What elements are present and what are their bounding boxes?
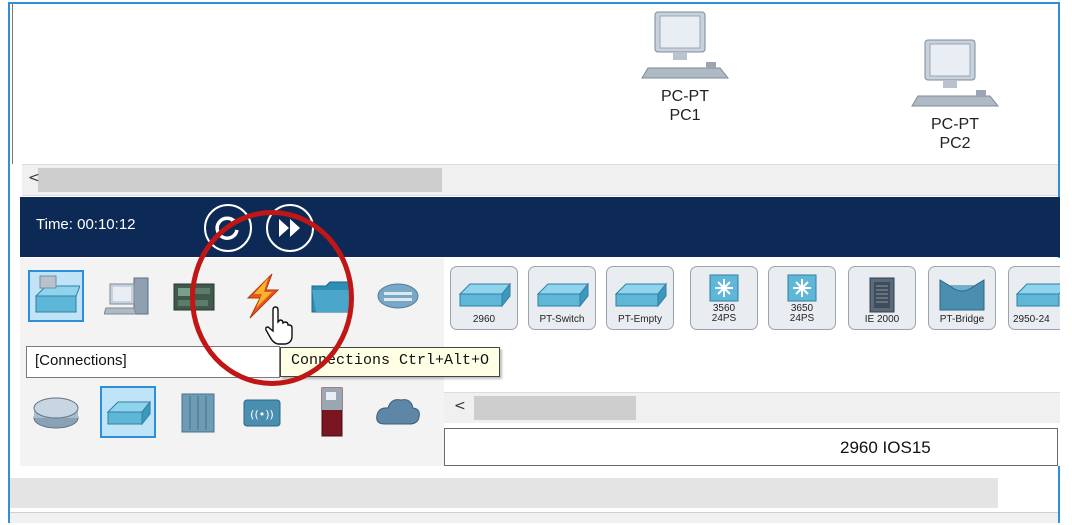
pc-icon bbox=[641, 11, 730, 79]
switch-device-icon bbox=[1015, 283, 1060, 307]
category-network-devices[interactable] bbox=[28, 270, 84, 322]
workspace-scrollbar-thumb[interactable] bbox=[38, 168, 442, 192]
switch-device-icon bbox=[458, 282, 512, 308]
device-item-label: PT-Switch bbox=[539, 314, 585, 325]
status-bar bbox=[10, 512, 1058, 523]
category-end-devices[interactable] bbox=[100, 270, 156, 322]
device-item-label: 2960 bbox=[472, 314, 496, 325]
device-item-ie-2000[interactable]: IE 2000 bbox=[848, 266, 916, 330]
bottom-scroll-area bbox=[10, 478, 998, 508]
security-icon bbox=[321, 387, 343, 437]
workspace-device-pc1[interactable]: PC-PT PC1 bbox=[640, 10, 730, 125]
selected-model-text: 2960 IOS15 bbox=[840, 438, 931, 457]
device-item-pt-empty[interactable]: PT-Empty bbox=[606, 266, 674, 330]
category-hubs[interactable] bbox=[170, 386, 226, 438]
simulation-time-text: Time: 00:10:12 bbox=[36, 216, 136, 233]
selected-model-box bbox=[444, 428, 1058, 466]
device-item-2960[interactable]: 2960 bbox=[450, 266, 518, 330]
device-overlay-line2: 24PS bbox=[790, 313, 815, 324]
router-icon bbox=[33, 397, 79, 429]
category-multiuser[interactable] bbox=[370, 270, 426, 322]
annotation-circle bbox=[190, 210, 354, 386]
multilayer-switch-icon: 3650 24PS bbox=[787, 274, 817, 324]
device-name-label: PC2 bbox=[939, 135, 971, 152]
device-name-label: PC1 bbox=[669, 107, 701, 124]
device-item-label: IE 2000 bbox=[864, 314, 900, 325]
scroll-left-arrow-icon[interactable]: < bbox=[28, 170, 40, 186]
pc-icon bbox=[911, 39, 1000, 107]
end-devices-icon bbox=[104, 277, 149, 315]
hub-icon bbox=[181, 393, 215, 433]
device-item-label: PT-Bridge bbox=[939, 314, 985, 325]
device-item-2950-24[interactable]: 2950-24 bbox=[1008, 266, 1060, 330]
switch-device-icon bbox=[614, 282, 668, 308]
category-wireless[interactable]: ((•)) bbox=[234, 386, 290, 438]
device-list-scrollbar-thumb[interactable] bbox=[474, 396, 636, 420]
scroll-left-arrow-icon[interactable]: < bbox=[454, 398, 466, 414]
device-item-pt-switch[interactable]: PT-Switch bbox=[528, 266, 596, 330]
logical-workspace[interactable] bbox=[12, 4, 1057, 164]
device-item-pt-bridge[interactable]: PT-Bridge bbox=[928, 266, 996, 330]
industrial-switch-icon bbox=[869, 277, 895, 313]
simulation-time-bar bbox=[20, 197, 1060, 257]
wan-emulation-cloud-icon bbox=[376, 399, 420, 425]
wireless-icon: ((•)) bbox=[243, 399, 281, 427]
device-type-label: PC-PT bbox=[931, 116, 979, 133]
device-overlay-line2: 24PS bbox=[712, 313, 737, 324]
switch-device-icon bbox=[536, 282, 590, 308]
device-type-label: PC-PT bbox=[661, 88, 709, 105]
device-item-3560-24ps[interactable]: 3560 24PS bbox=[690, 266, 758, 330]
category-routers[interactable] bbox=[28, 386, 84, 438]
multiuser-cloud-icon bbox=[377, 283, 419, 309]
network-devices-icon bbox=[34, 275, 80, 313]
switch-icon bbox=[106, 400, 152, 426]
category-switches[interactable] bbox=[100, 386, 156, 438]
bridge-device-icon bbox=[939, 279, 985, 311]
device-item-3650-24ps[interactable]: 3650 24PS bbox=[768, 266, 836, 330]
category-security[interactable] bbox=[304, 386, 360, 438]
svg-text:((•)): ((•)) bbox=[250, 408, 274, 421]
device-item-label: PT-Empty bbox=[618, 314, 662, 325]
device-item-label: 2950-24 bbox=[1013, 314, 1050, 325]
workspace-device-pc2[interactable]: PC-PT PC2 bbox=[910, 38, 1000, 153]
multilayer-switch-icon: 3560 24PS bbox=[709, 274, 739, 324]
category-wan-emulation[interactable] bbox=[370, 386, 426, 438]
